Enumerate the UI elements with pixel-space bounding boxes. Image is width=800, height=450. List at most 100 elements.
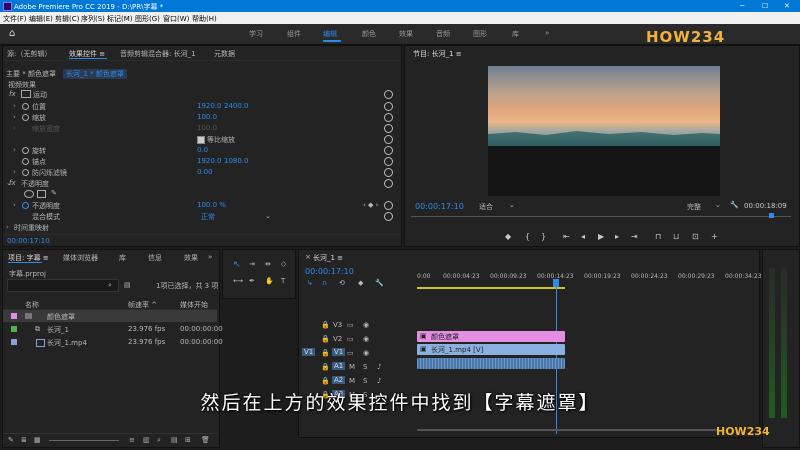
reset-icon[interactable]	[384, 124, 393, 133]
position-x-value[interactable]: 1920.0	[197, 102, 222, 110]
maximize-button[interactable]: ☐	[762, 2, 768, 10]
slip-tool-icon[interactable]: ⟷	[233, 277, 243, 285]
timeline-scrollbar[interactable]	[397, 427, 757, 433]
fx-icon[interactable]: fx	[9, 179, 16, 187]
sort-icon[interactable]: ≡	[129, 436, 135, 444]
reset-icon[interactable]	[384, 212, 393, 221]
more-icon[interactable]: »	[208, 253, 212, 261]
workspace-assembly[interactable]: 组件	[287, 29, 301, 39]
nest-icon[interactable]: ↳	[307, 279, 313, 287]
stopwatch-icon[interactable]	[22, 158, 29, 165]
eye-icon[interactable]: ◉	[363, 349, 369, 357]
master-clip-label[interactable]: 主要 * 颜色遮罩	[6, 69, 56, 79]
stopwatch-icon[interactable]	[22, 169, 29, 176]
step-forward-icon[interactable]: ▸	[615, 232, 619, 241]
reset-icon[interactable]	[384, 179, 393, 188]
chevron-down-icon[interactable]: ⌄	[715, 201, 721, 209]
menu-window[interactable]: 窗口(W)	[163, 14, 189, 24]
pen-mask-icon[interactable]: ✎	[51, 189, 57, 197]
effect-controls-timecode[interactable]: 00:00:17:10	[7, 237, 50, 245]
close-button[interactable]: ✕	[784, 2, 790, 10]
solo-toggle[interactable]: S	[363, 363, 367, 371]
mark-out-icon[interactable]: }	[541, 232, 546, 241]
workspace-graphics[interactable]: 图形	[473, 29, 487, 39]
workspace-more[interactable]: »	[545, 29, 549, 37]
tab-info[interactable]: 信息	[148, 253, 162, 263]
go-to-out-icon[interactable]: ⇥	[631, 232, 638, 241]
hand-tool-icon[interactable]: ✋	[265, 277, 274, 285]
stopwatch-icon[interactable]	[22, 114, 29, 121]
snap-icon[interactable]: ∩	[322, 279, 327, 287]
marker-icon[interactable]: ◆	[505, 232, 511, 241]
menu-marker[interactable]: 标记(M)	[107, 14, 133, 24]
track-label-v1[interactable]: V1	[332, 348, 346, 356]
track-label-a1[interactable]: A1	[332, 362, 346, 370]
timeline-clip-color-matte[interactable]: ▣ 颜色遮罩	[417, 331, 565, 342]
chevron-down-icon[interactable]: ⌄	[509, 201, 515, 209]
workspace-color[interactable]: 颜色	[362, 29, 376, 39]
blend-mode-select[interactable]: 正常	[201, 212, 269, 222]
lift-icon[interactable]: ⊓	[655, 232, 661, 241]
lock-icon[interactable]: 🔒	[321, 349, 330, 357]
program-video-frame[interactable]	[488, 66, 720, 196]
track-select-icon[interactable]: ⇥	[249, 260, 255, 268]
new-bin-icon[interactable]: ▤	[124, 281, 131, 289]
reset-icon[interactable]	[384, 113, 393, 122]
home-icon[interactable]: ⌂	[9, 28, 15, 39]
menu-edit[interactable]: 编辑(E)	[29, 14, 53, 24]
fx-icon[interactable]: fx	[9, 90, 16, 98]
keyframe-nav-icon[interactable]: ‹ ◆ ›	[363, 201, 378, 209]
eye-icon[interactable]: ◉	[363, 321, 369, 329]
stopwatch-icon[interactable]	[22, 103, 29, 110]
menu-sequence[interactable]: 序列(S)	[81, 14, 105, 24]
timeline-settings-icon[interactable]: 🔧	[375, 279, 384, 287]
new-item-icon[interactable]: ⊞	[185, 436, 191, 444]
reset-icon[interactable]	[384, 90, 393, 99]
ripple-edit-icon[interactable]: ⇹	[265, 260, 271, 268]
play-icon[interactable]: ▶	[598, 232, 604, 241]
workspace-effects[interactable]: 效果	[399, 29, 413, 39]
sync-lock-icon[interactable]: ▭	[347, 321, 354, 329]
automate-icon[interactable]: ▥	[143, 436, 150, 444]
reset-icon[interactable]	[384, 146, 393, 155]
scale-value[interactable]: 100.0	[197, 113, 217, 121]
list-item[interactable]: 长河_1.mp4 23.976 fps 00:00:00:00	[3, 336, 223, 348]
trash-icon[interactable]: 🗑	[201, 436, 210, 444]
rectangle-mask-icon[interactable]	[37, 190, 46, 198]
reset-icon[interactable]	[384, 157, 393, 166]
chevron-down-icon[interactable]: ⌄	[265, 212, 271, 220]
playhead-handle[interactable]	[553, 279, 559, 287]
zoom-slider[interactable]	[49, 440, 119, 441]
anchor-y-value[interactable]: 1080.0	[224, 157, 249, 165]
add-marker-icon[interactable]: ◆	[358, 279, 363, 287]
source-patch-v1[interactable]: V1	[302, 348, 316, 356]
pencil-icon[interactable]: ✎	[8, 436, 14, 444]
selection-tool-icon[interactable]: ↖	[233, 260, 241, 270]
workspace-learn[interactable]: 学习	[249, 29, 263, 39]
solo-toggle[interactable]: S	[363, 377, 367, 385]
timeline-timecode[interactable]: 00:00:17:10	[305, 267, 354, 276]
button-editor-icon[interactable]: +	[711, 232, 718, 241]
sync-lock-icon[interactable]: ▭	[347, 349, 354, 357]
scrollbar-thumb[interactable]	[417, 429, 717, 431]
workspace-libraries[interactable]: 库	[512, 29, 519, 39]
lock-icon[interactable]: 🔒	[321, 363, 330, 371]
workspace-audio[interactable]: 音频	[436, 29, 450, 39]
lock-icon[interactable]: 🔒	[321, 377, 330, 385]
razor-tool-icon[interactable]: ◇	[281, 260, 286, 268]
program-playhead-marker[interactable]	[769, 213, 774, 218]
tab-source[interactable]: 源:（无剪辑）	[7, 49, 51, 59]
uniform-scale-checkbox[interactable]	[197, 136, 205, 144]
linked-selection-icon[interactable]: ⟲	[339, 279, 345, 287]
tab-libraries[interactable]: 库	[119, 253, 126, 263]
icon-view-icon[interactable]: ▦	[34, 436, 41, 444]
anti-flicker-value[interactable]: 0.00	[197, 168, 213, 176]
ellipse-mask-icon[interactable]	[24, 190, 34, 198]
tab-media-browser[interactable]: 媒体浏览器	[63, 253, 98, 263]
camera-icon[interactable]: ⊡	[692, 232, 699, 241]
reset-icon[interactable]	[384, 201, 393, 210]
anchor-x-value[interactable]: 1920.0	[197, 157, 222, 165]
workspace-editing[interactable]: 编辑	[323, 29, 337, 39]
lock-icon[interactable]: 🔒	[321, 335, 330, 343]
eye-icon[interactable]: ◉	[363, 335, 369, 343]
